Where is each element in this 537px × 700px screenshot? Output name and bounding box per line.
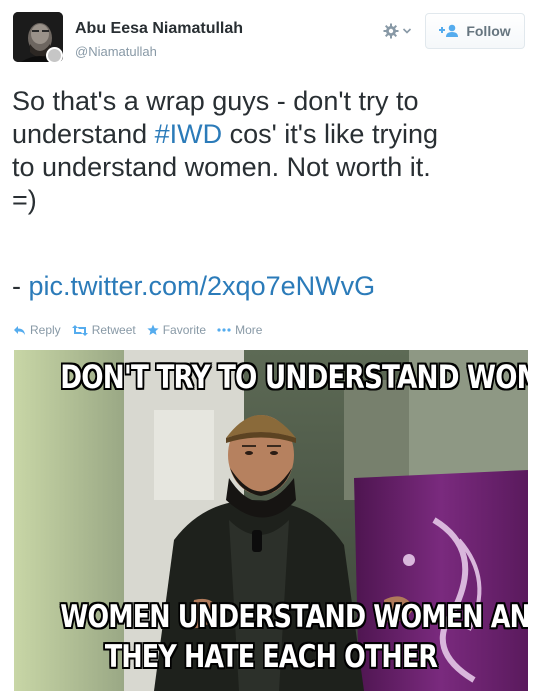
follow-label: Follow [466,23,511,39]
tweet-text-line: So that's a wrap guys - don't try to [12,86,419,116]
tweet-text-line: =) [12,185,37,215]
more-label: More [235,323,263,337]
tweet-text-fragment: cos' it's like trying [222,119,438,149]
tweet-text-line: to understand women. Not worth it. [12,152,431,182]
tweet-card: Abu Eesa Niamatullah @Niamatullah Follow… [0,0,537,700]
hashtag-link[interactable]: #IWD [155,119,223,149]
pic-twitter-link[interactable]: pic.twitter.com/2xqo7eNWvG [29,271,376,301]
reply-icon [14,325,25,335]
reply-action[interactable]: Reply [13,323,61,337]
retweet-icon [71,324,88,336]
tweet-actions: Reply Retweet Favorite More [13,322,273,338]
gear-icon [383,23,399,39]
tweet-text-line: understand #IWD cos' it's like trying [12,118,527,151]
user-actions-dropdown[interactable] [383,20,417,42]
retweet-action[interactable]: Retweet [71,323,136,337]
follow-button[interactable]: Follow [425,13,525,49]
favorite-action[interactable]: Favorite [147,323,206,337]
tweet-text: So that's a wrap guys - don't try to und… [12,85,527,217]
pic-link-line: - pic.twitter.com/2xqo7eNWvG [12,270,375,303]
star-icon [147,324,159,335]
add-user-icon [439,24,459,37]
favorite-label: Favorite [162,323,207,337]
meme-bottom-caption-line1: WOMEN UNDERSTAND WOMEN AND [60,599,528,635]
reply-label: Reply [30,323,61,337]
tweet-media-image[interactable]: DON'T TRY TO UNDERSTAND WOMEN WOMEN UNDE… [14,350,528,691]
more-action[interactable]: More [217,323,262,337]
user-name[interactable]: Abu Eesa Niamatullah [75,20,243,38]
avatar-badge [46,47,63,64]
retweet-label: Retweet [91,323,136,337]
user-handle[interactable]: @Niamatullah [75,44,157,59]
chevron-down-icon [402,28,412,34]
tweet-text-fragment: understand [12,119,155,149]
pic-prefix: - [12,271,29,301]
meme-bottom-caption-line2: THEY HATE EACH OTHER [104,639,438,675]
meme-top-caption: DON'T TRY TO UNDERSTAND WOMEN [60,358,528,396]
more-dots-icon [217,328,231,332]
